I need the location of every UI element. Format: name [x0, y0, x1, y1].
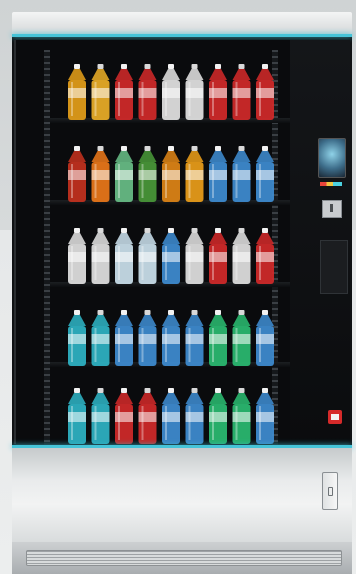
glass-display-door[interactable]	[14, 40, 292, 446]
bottle	[256, 228, 274, 284]
bottle	[91, 228, 110, 284]
bottle	[138, 310, 157, 366]
bottle	[232, 64, 251, 120]
bottle	[91, 310, 110, 366]
bottle	[162, 146, 180, 202]
machine-cabinet	[12, 34, 352, 448]
bottle	[256, 310, 274, 366]
bottle	[162, 228, 180, 284]
status-indicator-lights	[320, 182, 342, 186]
bottle	[232, 146, 251, 202]
bottle	[115, 388, 133, 444]
bottle	[68, 310, 86, 366]
card-reader[interactable]	[320, 240, 348, 294]
brand-logo	[328, 410, 342, 424]
accent-light-top	[12, 34, 352, 37]
bottle	[185, 64, 204, 120]
bottle	[256, 146, 274, 202]
bottle	[185, 388, 204, 444]
display-screen	[318, 138, 346, 178]
control-panel	[290, 40, 350, 444]
machine-top-cap	[12, 12, 352, 34]
bottle	[232, 310, 251, 366]
machine-base	[12, 542, 352, 574]
bottle	[68, 388, 86, 444]
bottle	[256, 388, 274, 444]
bottle	[68, 228, 86, 284]
bottle-display	[68, 64, 274, 444]
bottle	[91, 146, 110, 202]
bottle	[138, 228, 157, 284]
bottle	[91, 388, 110, 444]
bottle	[232, 228, 251, 284]
product-flap-handle[interactable]	[322, 472, 338, 510]
lower-steel-panel	[12, 448, 352, 542]
bottle	[162, 64, 180, 120]
bottle	[185, 146, 204, 202]
bottle	[209, 146, 227, 202]
bottle	[256, 64, 274, 120]
bottle	[162, 310, 180, 366]
bottle	[138, 388, 157, 444]
bottle	[209, 228, 227, 284]
bottle	[209, 310, 227, 366]
bottle	[209, 64, 227, 120]
bottle	[185, 228, 204, 284]
bottle	[185, 310, 204, 366]
bottle	[115, 310, 133, 366]
bottle	[162, 388, 180, 444]
bottle	[115, 146, 133, 202]
bottle	[232, 388, 251, 444]
bottle	[138, 146, 157, 202]
bottle	[115, 228, 133, 284]
vending-machine	[12, 12, 352, 574]
bottle	[68, 146, 86, 202]
bottle	[209, 388, 227, 444]
bottle	[138, 64, 157, 120]
bottle	[91, 64, 110, 120]
bottle	[68, 64, 86, 120]
bottle	[115, 64, 133, 120]
coin-slot[interactable]	[322, 200, 342, 218]
ventilation-grille	[26, 550, 342, 566]
